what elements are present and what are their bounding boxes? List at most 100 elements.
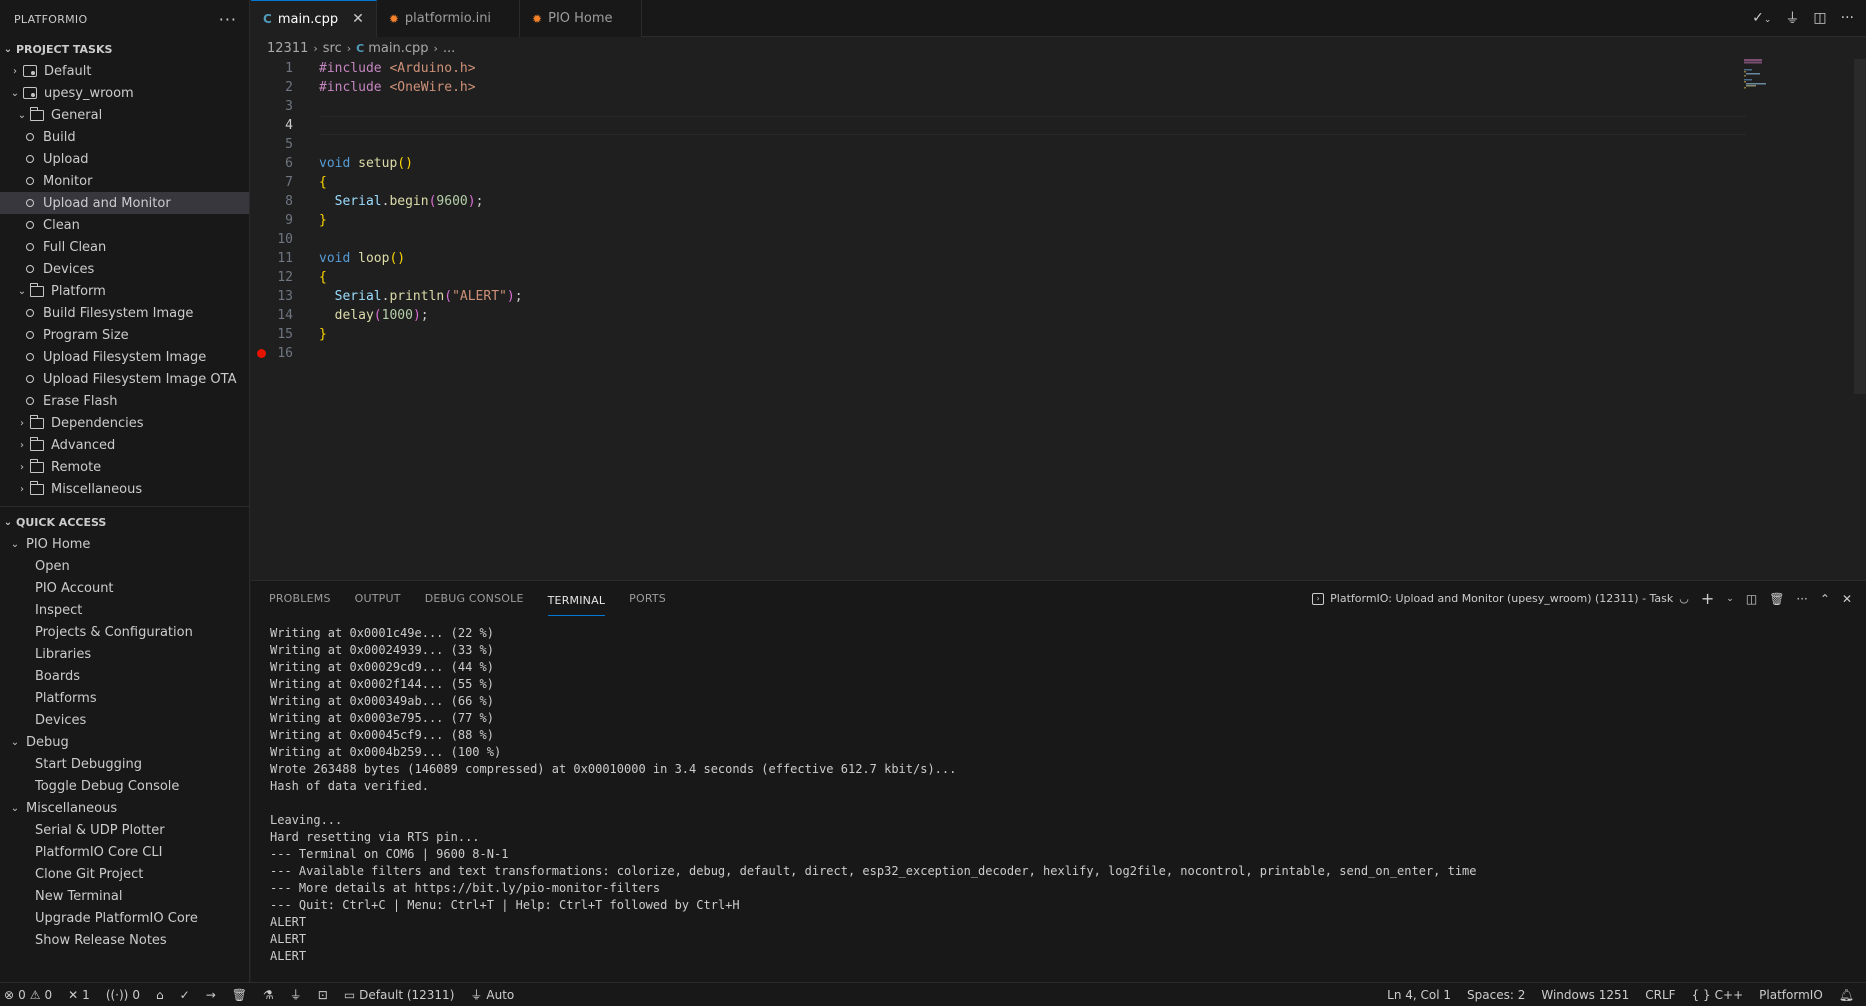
tab-terminal[interactable]: TERMINAL xyxy=(547,586,606,616)
quick-access-section[interactable]: ⌄ QUICK ACCESS xyxy=(0,511,249,533)
trash-icon[interactable]: 🗑 xyxy=(1769,592,1784,606)
maximize-panel-icon[interactable]: ⌃ xyxy=(1820,592,1830,606)
tab-problems[interactable]: PROBLEMS xyxy=(269,581,331,616)
breakpoint-icon[interactable] xyxy=(257,349,266,358)
pio-test-button[interactable]: ⚗ xyxy=(263,988,274,1002)
chevron-right-icon: › xyxy=(13,65,17,77)
task-upload-filesystem-image-ota[interactable]: Upload Filesystem Image OTA xyxy=(0,368,249,390)
section-title: PROJECT TASKS xyxy=(16,42,113,56)
tab-pio-home[interactable]: ✹ PIO Home xyxy=(520,0,642,37)
qa-debug[interactable]: ⌄ Debug xyxy=(0,731,249,753)
qa-devices[interactable]: Devices xyxy=(0,709,249,731)
minimap[interactable] xyxy=(1740,59,1770,99)
env-default[interactable]: › Default xyxy=(0,60,249,82)
task-erase-flash[interactable]: Erase Flash xyxy=(0,390,249,412)
task-devices[interactable]: Devices xyxy=(0,258,249,280)
chevron-down-icon: ⌄ xyxy=(3,43,13,55)
pio-upload-button[interactable]: → xyxy=(206,988,216,1002)
terminal-output[interactable]: Writing at 0x0001c49e... (22 %) Writing a… xyxy=(251,616,1866,965)
signal-status[interactable]: ((·)) 0 xyxy=(106,988,140,1002)
qa-inspect[interactable]: Inspect xyxy=(0,599,249,621)
language-mode[interactable]: { } C++ xyxy=(1692,988,1744,1002)
encoding[interactable]: Windows 1251 xyxy=(1541,988,1629,1002)
env-upesy-wroom[interactable]: ⌄ upesy_wroom xyxy=(0,82,249,104)
qa-pio-account[interactable]: PIO Account xyxy=(0,577,249,599)
qa-libraries[interactable]: Libraries xyxy=(0,643,249,665)
code-editor[interactable]: 1 #include <Arduino.h> 2 #include <OneWi… xyxy=(251,59,1866,579)
task-clean[interactable]: Clean xyxy=(0,214,249,236)
qa-serial-udp-plotter[interactable]: Serial & UDP Plotter xyxy=(0,819,249,841)
code-token: begin xyxy=(389,194,429,209)
task-program-size[interactable]: Program Size xyxy=(0,324,249,346)
pio-terminal-button[interactable]: ⊡ xyxy=(318,988,328,1002)
tab-debug-console[interactable]: DEBUG CONSOLE xyxy=(425,581,524,616)
qa-platforms[interactable]: Platforms xyxy=(0,687,249,709)
project-tasks-section[interactable]: ⌄ PROJECT TASKS xyxy=(0,38,249,60)
tree-label: Miscellaneous xyxy=(51,481,143,497)
task-upload-and-monitor[interactable]: Upload and Monitor xyxy=(0,192,249,214)
plug-icon[interactable]: ⏚ xyxy=(1785,8,1799,28)
group-miscellaneous[interactable]: › Miscellaneous xyxy=(0,478,249,500)
qa-release-notes[interactable]: Show Release Notes xyxy=(0,929,249,951)
notifications-button[interactable]: 🔔︎ xyxy=(1839,988,1854,1002)
env-switcher[interactable]: ▭ Default (12311) xyxy=(344,988,455,1002)
tab-output[interactable]: OUTPUT xyxy=(355,581,401,616)
pio-clean-button[interactable]: 🗑 xyxy=(232,988,247,1002)
code-token: #include xyxy=(319,61,382,76)
tab-ports[interactable]: PORTS xyxy=(629,581,666,616)
close-icon[interactable]: ✕ xyxy=(352,11,364,27)
pio-home-button[interactable]: ⌂ xyxy=(156,988,164,1002)
end-of-line[interactable]: CRLF xyxy=(1645,988,1675,1002)
add-terminal-icon[interactable]: + xyxy=(1701,589,1714,608)
group-advanced[interactable]: › Advanced xyxy=(0,434,249,456)
breadcrumb-folder[interactable]: src xyxy=(323,41,342,56)
group-platform[interactable]: ⌄ Platform xyxy=(0,280,249,302)
tab-platformio-ini[interactable]: ✹ platformio.ini xyxy=(376,0,521,37)
task-build[interactable]: Build xyxy=(0,126,249,148)
ports-status[interactable]: ✕ 1 xyxy=(68,988,90,1002)
task-upload[interactable]: Upload xyxy=(0,148,249,170)
indentation[interactable]: Spaces: 2 xyxy=(1467,988,1525,1002)
pio-build-button[interactable]: ✓ xyxy=(180,988,190,1002)
group-dependencies[interactable]: › Dependencies xyxy=(0,412,249,434)
task-full-clean[interactable]: Full Clean xyxy=(0,236,249,258)
chevron-down-icon[interactable]: ⌄ xyxy=(1726,594,1734,604)
task-build-filesystem-image[interactable]: Build Filesystem Image xyxy=(0,302,249,324)
task-upload-filesystem-image[interactable]: Upload Filesystem Image xyxy=(0,346,249,368)
more-actions-icon[interactable]: ··· xyxy=(1796,592,1807,606)
qa-upgrade-core[interactable]: Upgrade PlatformIO Core xyxy=(0,907,249,929)
qa-new-terminal[interactable]: New Terminal xyxy=(0,885,249,907)
breadcrumb-project[interactable]: 12311 xyxy=(267,41,308,56)
qa-start-debugging[interactable]: Start Debugging xyxy=(0,753,249,775)
split-terminal-icon[interactable]: ◫ xyxy=(1746,592,1757,606)
group-general[interactable]: ⌄ General xyxy=(0,104,249,126)
language-label: C++ xyxy=(1714,987,1744,1002)
qa-core-cli[interactable]: PlatformIO Core CLI xyxy=(0,841,249,863)
more-actions-icon[interactable]: ··· xyxy=(219,10,237,29)
problems-status[interactable]: ⊗ 0 ⚠ 0 xyxy=(4,988,52,1002)
split-editor-icon[interactable]: ◫ xyxy=(1813,10,1826,26)
qa-clone-git-project[interactable]: Clone Git Project xyxy=(0,863,249,885)
qa-toggle-debug-console[interactable]: Toggle Debug Console xyxy=(0,775,249,797)
more-actions-icon[interactable]: ··· xyxy=(1841,10,1854,26)
platformio-status[interactable]: PlatformIO xyxy=(1759,988,1823,1002)
qa-boards[interactable]: Boards xyxy=(0,665,249,687)
code-token: Serial xyxy=(334,289,382,304)
check-icon[interactable]: ✓⌄ xyxy=(1752,10,1771,26)
status-bar-left: ⊗ 0 ⚠ 0 ✕ 1 ((·)) 0 ⌂ ✓ → 🗑 ⚗ ⏚ ⊡ ▭ Default (… xyxy=(0,986,514,1003)
qa-open[interactable]: Open xyxy=(0,555,249,577)
qa-projects-configuration[interactable]: Projects & Configuration xyxy=(0,621,249,643)
editor-scrollbar[interactable] xyxy=(1854,59,1866,394)
task-monitor[interactable]: Monitor xyxy=(0,170,249,192)
pio-monitor-button[interactable]: ⏚ xyxy=(290,986,302,1003)
port-switcher[interactable]: ⏚ Auto xyxy=(470,986,514,1003)
cursor-position[interactable]: Ln 4, Col 1 xyxy=(1387,988,1451,1002)
terminal-selector[interactable]: › PlatformIO: Upload and Monitor (upesy_… xyxy=(1312,592,1689,605)
group-remote[interactable]: › Remote xyxy=(0,456,249,478)
breadcrumb-symbol[interactable]: ... xyxy=(443,41,455,56)
qa-miscellaneous[interactable]: ⌄ Miscellaneous xyxy=(0,797,249,819)
close-icon[interactable]: ✕ xyxy=(1842,592,1852,606)
tab-main-cpp[interactable]: C main.cpp ✕ xyxy=(251,0,377,37)
breadcrumb-file[interactable]: main.cpp xyxy=(368,41,428,56)
qa-pio-home[interactable]: ⌄ PIO Home xyxy=(0,533,249,555)
